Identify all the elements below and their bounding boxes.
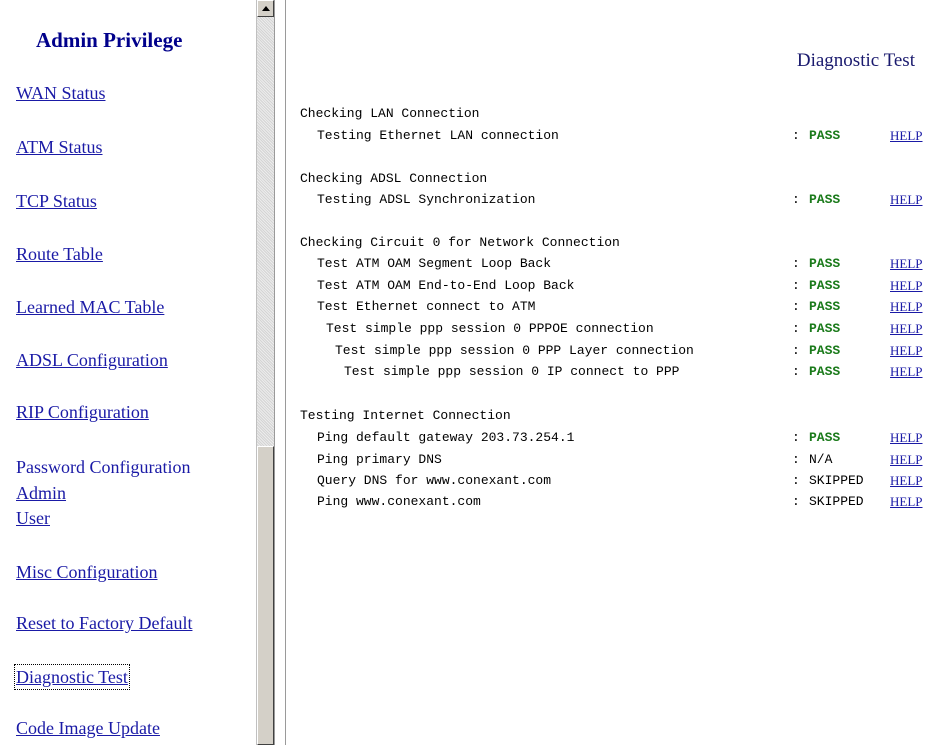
help-link[interactable]: HELP: [890, 192, 923, 208]
test-label: Testing Ethernet LAN connection: [317, 128, 559, 143]
test-result: PASS: [809, 128, 841, 143]
test-result: PASS: [809, 278, 841, 293]
help-link[interactable]: HELP: [890, 430, 923, 446]
test-result: SKIPPED: [809, 473, 864, 488]
test-label: Test ATM OAM Segment Loop Back: [317, 256, 552, 271]
nav-link-rip-configuration[interactable]: RIP Configuration: [16, 401, 149, 423]
test-label: Ping default gateway 203.73.254.1: [317, 430, 575, 445]
navigation-frame: Admin Privilege WAN Status ATM Status TC…: [0, 0, 256, 745]
test-colon: :: [792, 321, 800, 336]
nav-label-password-configuration: Password Configuration: [16, 457, 191, 477]
help-link[interactable]: HELP: [890, 128, 923, 144]
test-colon: :: [792, 452, 800, 467]
page-title: Diagnostic Test: [796, 50, 915, 71]
test-label: Test Ethernet connect to ATM: [317, 299, 536, 314]
help-link[interactable]: HELP: [890, 278, 923, 294]
test-result: PASS: [809, 256, 841, 271]
test-result: PASS: [809, 299, 841, 314]
scroll-up-arrow-icon[interactable]: [257, 0, 274, 17]
section-heading-internet: Testing Internet Connection: [300, 408, 511, 423]
test-label: Ping www.conexant.com: [317, 494, 481, 509]
test-colon: :: [792, 430, 800, 445]
help-link[interactable]: HELP: [890, 452, 923, 468]
test-label: Test ATM OAM End-to-End Loop Back: [317, 278, 575, 293]
test-label: Testing ADSL Synchronization: [317, 192, 536, 207]
test-result: SKIPPED: [809, 494, 864, 509]
sidebar-scrollbar[interactable]: [256, 0, 275, 745]
test-label: Query DNS for www.conexant.com: [317, 473, 552, 488]
test-result: PASS: [809, 192, 841, 207]
test-colon: :: [792, 256, 800, 271]
test-colon: :: [792, 128, 800, 143]
test-result: PASS: [809, 430, 841, 445]
test-label: Test simple ppp session 0 IP connect to …: [344, 364, 680, 379]
help-link[interactable]: HELP: [890, 256, 923, 272]
test-result: PASS: [809, 321, 841, 336]
help-link[interactable]: HELP: [890, 343, 923, 359]
nav-link-diagnostic-test[interactable]: Diagnostic Test: [14, 664, 130, 690]
test-colon: :: [792, 278, 800, 293]
nav-link-misc-configuration[interactable]: Misc Configuration: [16, 561, 158, 583]
help-link[interactable]: HELP: [890, 473, 923, 489]
test-label: Ping primary DNS: [317, 452, 442, 467]
test-label: Test simple ppp session 0 PPP Layer conn…: [335, 343, 694, 358]
nav-link-admin-password[interactable]: Admin: [16, 482, 66, 504]
help-link[interactable]: HELP: [890, 364, 923, 380]
nav-link-atm-status[interactable]: ATM Status: [16, 136, 103, 158]
section-heading-adsl: Checking ADSL Connection: [300, 171, 488, 186]
help-link[interactable]: HELP: [890, 494, 923, 510]
nav-link-route-table[interactable]: Route Table: [16, 243, 103, 265]
scrollbar-thumb[interactable]: [257, 446, 274, 745]
section-heading-lan: Checking LAN Connection: [300, 106, 480, 121]
nav-link-reset-factory-default[interactable]: Reset to Factory Default: [16, 612, 192, 634]
test-label: Test simple ppp session 0 PPPOE connecti…: [326, 321, 654, 336]
nav-link-adsl-configuration[interactable]: ADSL Configuration: [16, 349, 168, 371]
content-frame: Diagnostic Test Checking LAN Connection …: [286, 0, 935, 745]
test-result: PASS: [809, 343, 841, 358]
test-colon: :: [792, 364, 800, 379]
test-colon: :: [792, 299, 800, 314]
test-colon: :: [792, 192, 800, 207]
test-colon: :: [792, 473, 800, 488]
nav-link-wan-status[interactable]: WAN Status: [16, 82, 106, 104]
test-colon: :: [792, 343, 800, 358]
sidebar-title: Admin Privilege: [36, 28, 183, 52]
help-link[interactable]: HELP: [890, 299, 923, 315]
nav-link-learned-mac-table[interactable]: Learned MAC Table: [16, 296, 164, 318]
test-colon: :: [792, 494, 800, 509]
test-result: PASS: [809, 364, 841, 379]
nav-link-code-image-update[interactable]: Code Image Update: [16, 717, 160, 739]
frame-divider[interactable]: [274, 0, 286, 745]
section-heading-circuit: Checking Circuit 0 for Network Connectio…: [300, 235, 620, 250]
help-link[interactable]: HELP: [890, 321, 923, 337]
test-result: N/A: [809, 452, 833, 467]
nav-link-user-password[interactable]: User: [16, 507, 50, 529]
nav-link-tcp-status[interactable]: TCP Status: [16, 190, 97, 212]
